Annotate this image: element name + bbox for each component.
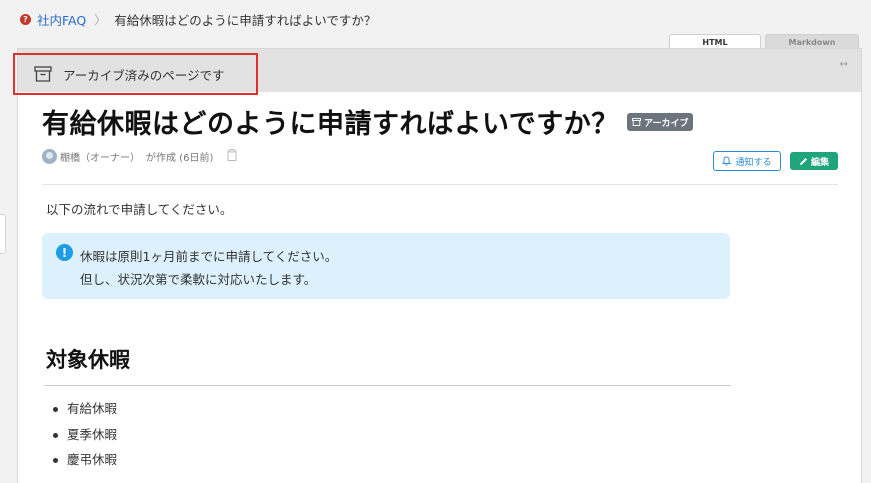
info-line: 休暇は原則1ヶ月前までに申請してください。 bbox=[80, 249, 338, 264]
breadcrumb: ? 社内FAQ 〉 有給休暇はどのように申請すればよいですか？ bbox=[20, 10, 376, 28]
edit-button[interactable]: 編集 bbox=[790, 152, 838, 170]
bell-icon bbox=[722, 156, 732, 166]
notify-button-label: 通知する bbox=[735, 157, 772, 168]
section-heading: 対象休暇 bbox=[46, 348, 130, 372]
edit-button-label: 編集 bbox=[810, 157, 829, 168]
notify-button[interactable]: 通知する bbox=[713, 151, 781, 171]
archive-box-icon bbox=[632, 118, 641, 126]
pencil-icon bbox=[799, 157, 807, 165]
author-name[interactable]: 棚橋（オーナー） bbox=[60, 149, 140, 164]
clipboard-icon[interactable] bbox=[227, 148, 237, 164]
divider bbox=[42, 184, 838, 185]
author-row: 棚橋（オーナー） が作成 (6日前) bbox=[42, 148, 237, 164]
created-text: が作成 (6日前) bbox=[146, 152, 214, 164]
chevron-right-icon: 〉 bbox=[94, 12, 107, 27]
archive-badge: アーカイブ bbox=[627, 113, 694, 131]
info-callout: ! 休暇は原則1ヶ月前までに申請してください。 但し、状況次第で柔軟に対応いたし… bbox=[42, 233, 730, 299]
side-panel-handle[interactable] bbox=[0, 214, 6, 254]
info-icon: ! bbox=[56, 244, 73, 261]
archive-box-icon bbox=[34, 66, 52, 82]
archive-notice-text: アーカイブ済みのページです bbox=[63, 67, 225, 83]
tab-html[interactable]: HTML bbox=[669, 34, 761, 49]
breadcrumb-current: 有給休暇はどのように申請すればよいですか？ bbox=[114, 12, 377, 28]
divider bbox=[44, 385, 731, 386]
info-line: 但し、状況次第で柔軟に対応いたします。 bbox=[80, 272, 317, 287]
archive-badge-label: アーカイブ bbox=[644, 118, 689, 129]
list-item: 有給休暇 bbox=[52, 400, 117, 426]
tab-markdown[interactable]: Markdown bbox=[765, 34, 859, 49]
intro-text: 以下の流れで申請してください。 bbox=[46, 202, 233, 217]
list-item: 夏季休暇 bbox=[52, 426, 117, 452]
expand-arrows-icon[interactable]: ↔ bbox=[840, 59, 848, 70]
avatar[interactable] bbox=[42, 148, 57, 164]
archive-notice: アーカイブ済みのページです bbox=[13, 53, 258, 95]
breadcrumb-link-faq[interactable]: 社内FAQ bbox=[37, 10, 86, 29]
question-circle-icon: ? bbox=[20, 13, 31, 25]
leave-type-list: 有給休暇 夏季休暇 慶弔休暇 bbox=[52, 400, 117, 477]
list-item: 慶弔休暇 bbox=[52, 451, 117, 477]
page-title: 有給休暇はどのように申請すればよいですか？ bbox=[42, 109, 619, 140]
